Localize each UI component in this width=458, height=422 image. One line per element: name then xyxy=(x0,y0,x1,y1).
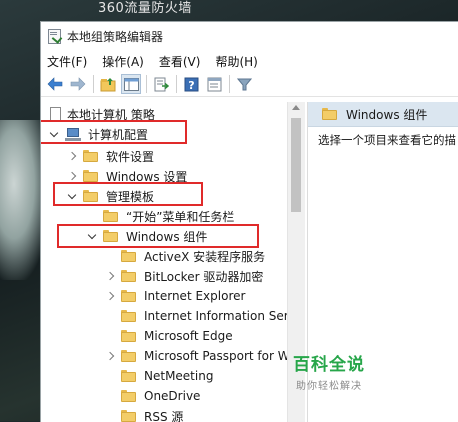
folder-icon xyxy=(121,290,136,302)
tree-item-label: “开始”菜单和任务栏 xyxy=(126,208,234,225)
detail-description: 选择一个项目来查看它的描 xyxy=(308,127,458,148)
up-folder-icon[interactable] xyxy=(98,74,118,94)
detail-header: Windows 组件 xyxy=(308,102,458,127)
watermark-title: 百科全说 xyxy=(293,350,365,375)
main-content: 本地计算机 策略 计算机配置 软件设置 Windows 设置 管理模板 xyxy=(41,102,458,422)
toolbar: ? xyxy=(41,72,458,97)
help-icon[interactable]: ? xyxy=(181,74,201,94)
tree-item-bitlocker[interactable]: BitLocker 驱动器加密 xyxy=(105,266,263,286)
tree-item-rss[interactable]: RSS 源 xyxy=(105,406,183,422)
navigation-tree: 本地计算机 策略 计算机配置 软件设置 Windows 设置 管理模板 xyxy=(41,102,287,422)
expand-arrow-icon[interactable] xyxy=(105,291,115,301)
detail-title: Windows 组件 xyxy=(346,106,427,123)
menu-view[interactable]: 查看(V) xyxy=(159,53,201,70)
folder-icon xyxy=(121,310,136,322)
menu-help[interactable]: 帮助(H) xyxy=(215,53,257,70)
show-hide-tree-icon[interactable] xyxy=(121,74,141,94)
expand-arrow-icon[interactable] xyxy=(105,351,115,361)
group-policy-editor-window: 本地组策略编辑器 文件(F) 操作(A) 查看(V) 帮助(H) ? xyxy=(40,21,458,422)
tree-item-software-settings[interactable]: 软件设置 xyxy=(67,146,154,166)
export-list-icon[interactable] xyxy=(151,74,171,94)
folder-icon xyxy=(121,390,136,402)
tree-item-microsoft-passport[interactable]: Microsoft Passport for W xyxy=(105,346,287,366)
expand-arrow-icon[interactable] xyxy=(67,171,77,181)
svg-text:?: ? xyxy=(188,79,194,92)
scroll-up-arrow-icon[interactable] xyxy=(292,105,300,110)
tree-item-label: 软件设置 xyxy=(106,148,154,165)
tree-item-label: Microsoft Edge xyxy=(144,329,233,343)
folder-icon xyxy=(121,410,136,422)
tree-item-label: Microsoft Passport for W xyxy=(144,349,287,363)
menu-action[interactable]: 操作(A) xyxy=(102,53,144,70)
highlight-box-admin-templates xyxy=(53,182,203,206)
tree-item-label: BitLocker 驱动器加密 xyxy=(144,268,263,285)
back-arrow-icon[interactable] xyxy=(45,74,65,94)
tree-item-label: NetMeeting xyxy=(144,369,213,383)
tree-item-label: RSS 源 xyxy=(144,408,183,422)
tree-item-label: OneDrive xyxy=(144,389,200,403)
menu-bar: 文件(F) 操作(A) 查看(V) 帮助(H) xyxy=(41,50,458,72)
tree-item-onedrive[interactable]: OneDrive xyxy=(105,386,200,406)
tree-item-start-menu[interactable]: “开始”菜单和任务栏 xyxy=(87,206,234,226)
folder-icon xyxy=(121,250,136,262)
forward-arrow-icon[interactable] xyxy=(68,74,88,94)
tree-item-label: Internet Information Serv xyxy=(144,309,287,323)
window-title: 本地组策略编辑器 xyxy=(67,28,163,45)
folder-icon xyxy=(83,150,98,162)
menu-file[interactable]: 文件(F) xyxy=(47,53,87,70)
folder-icon xyxy=(103,210,118,222)
scroll-thumb[interactable] xyxy=(291,118,301,212)
folder-icon xyxy=(322,108,337,120)
toolbar-separator xyxy=(229,75,230,93)
tree-item-label: ActiveX 安装程序服务 xyxy=(144,248,265,265)
folder-icon xyxy=(83,170,98,182)
title-bar[interactable]: 本地组策略编辑器 xyxy=(41,22,458,50)
folder-icon xyxy=(121,350,136,362)
watermark-subtitle: 助你轻松解决 xyxy=(293,377,365,392)
expand-arrow-icon[interactable] xyxy=(105,271,115,281)
toolbar-separator xyxy=(93,75,94,93)
tree-item-activex[interactable]: ActiveX 安装程序服务 xyxy=(105,246,265,266)
tree-item-netmeeting[interactable]: NetMeeting xyxy=(105,366,213,386)
filter-icon[interactable] xyxy=(234,74,254,94)
tree-item-label: Internet Explorer xyxy=(144,289,245,303)
folder-icon xyxy=(121,330,136,342)
folder-icon xyxy=(121,370,136,382)
background-window-title: 360流量防火墙 xyxy=(98,0,192,16)
policy-editor-icon xyxy=(47,29,61,43)
expand-arrow-icon[interactable] xyxy=(67,151,77,161)
tree-item-microsoft-edge[interactable]: Microsoft Edge xyxy=(105,326,233,346)
highlight-box-computer-config xyxy=(41,120,187,144)
toolbar-separator xyxy=(146,75,147,93)
highlight-box-windows-components xyxy=(57,224,259,248)
toolbar-separator xyxy=(176,75,177,93)
folder-icon xyxy=(121,270,136,282)
policy-document-icon xyxy=(49,107,61,121)
tree-item-internet-explorer[interactable]: Internet Explorer xyxy=(105,286,245,306)
properties-icon[interactable] xyxy=(204,74,224,94)
tree-item-iis[interactable]: Internet Information Serv xyxy=(105,306,287,326)
watermark: 百科全说 助你轻松解决 xyxy=(293,350,365,392)
